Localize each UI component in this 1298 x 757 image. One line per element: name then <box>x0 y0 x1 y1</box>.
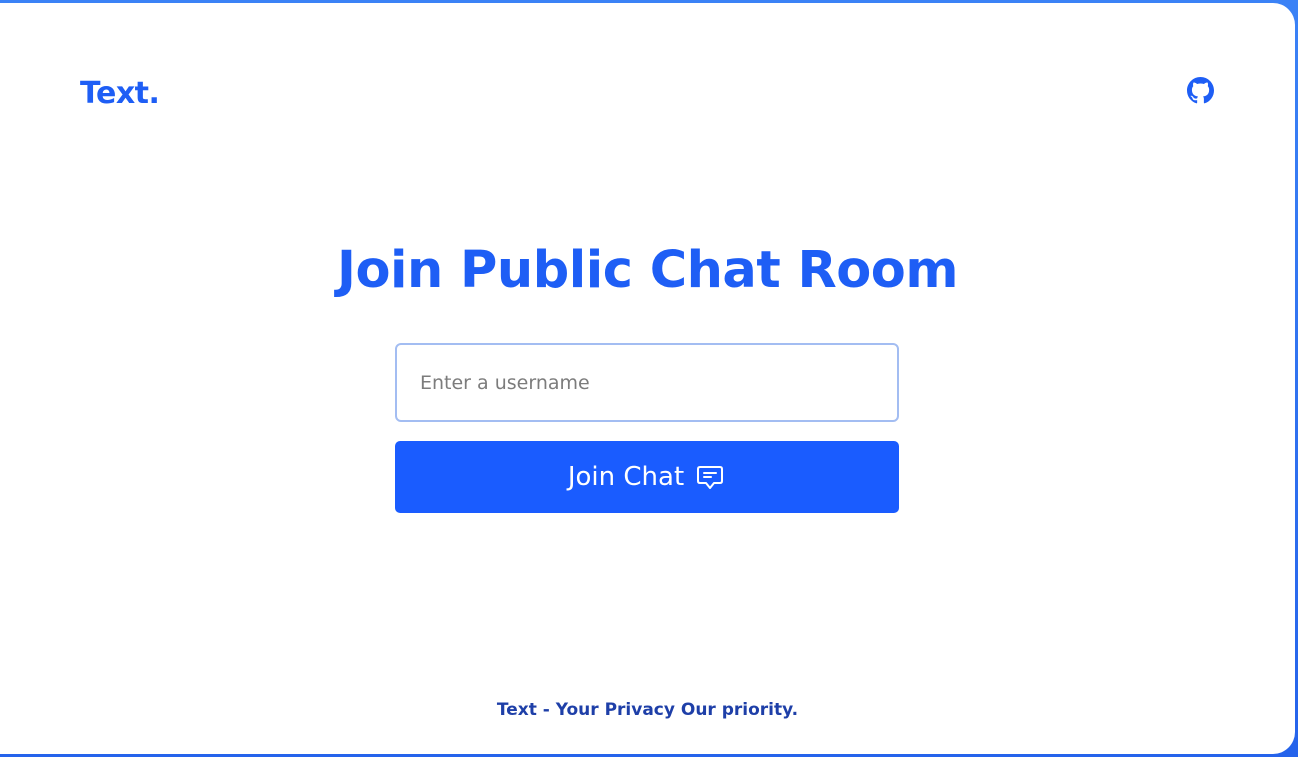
footer-tagline: Text - Your Privacy Our priority. <box>496 700 799 720</box>
main-card: Text. Join Public Chat Room Join Chat Te… <box>0 3 1295 754</box>
page-title: Join Public Chat Room <box>337 241 958 300</box>
chat-bubble-icon <box>694 461 726 493</box>
username-input[interactable] <box>395 343 899 422</box>
join-chat-button[interactable]: Join Chat <box>395 441 899 513</box>
github-icon[interactable] <box>1187 77 1214 104</box>
brand-logo[interactable]: Text. <box>80 76 160 111</box>
join-chat-label: Join Chat <box>567 462 685 492</box>
